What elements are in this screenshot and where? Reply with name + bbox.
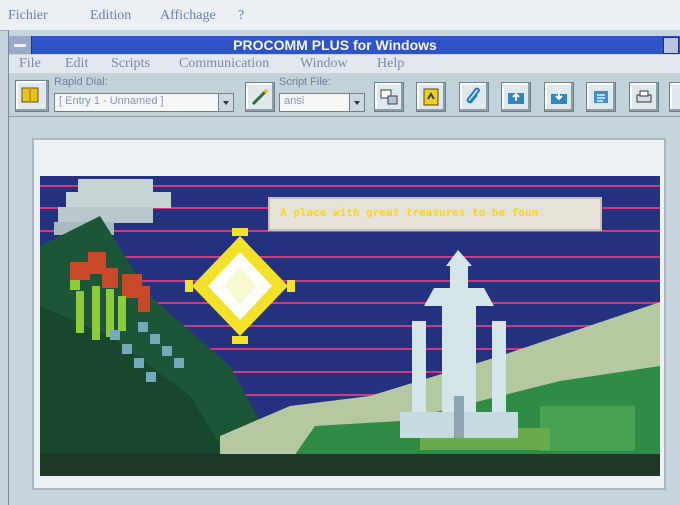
host-menu-edition[interactable]: Edition: [90, 8, 131, 24]
maximize-icon[interactable]: [663, 37, 679, 54]
host-menu-fichier[interactable]: Fichier: [8, 8, 48, 24]
terminal-banner: A place with great treasures to be foun: [268, 197, 602, 231]
ground-shadow: [40, 454, 660, 476]
menu-scripts[interactable]: Scripts: [111, 56, 150, 72]
menu-edit[interactable]: Edit: [65, 56, 88, 72]
script-file-label: Script File:: [279, 76, 331, 88]
toolbar: Rapid Dial: [ Entry 1 - Unnamed ] Script…: [9, 74, 680, 117]
wand-icon[interactable]: [245, 82, 275, 112]
grass-patch: [540, 406, 635, 451]
window-title: PROCOMM PLUS for Windows: [233, 37, 437, 53]
menu-window[interactable]: Window: [300, 56, 348, 72]
phone-icon[interactable]: [669, 82, 680, 112]
host-menu-help[interactable]: ?: [238, 8, 244, 24]
menu-file[interactable]: File: [19, 56, 41, 72]
title-bar: PROCOMM PLUS for Windows: [9, 36, 680, 54]
screen: Fichier Edition Affichage ? PROCOMM PLUS…: [0, 0, 680, 505]
chevron-down-icon[interactable]: [349, 94, 364, 111]
keyboard-icon[interactable]: [586, 82, 616, 112]
app-menubar: File Edit Scripts Communication Window H…: [9, 55, 680, 73]
upload-icon[interactable]: [501, 82, 531, 112]
rapid-dial-select[interactable]: [ Entry 1 - Unnamed ]: [54, 93, 234, 112]
host-menubar: Fichier Edition Affichage ?: [0, 0, 680, 31]
banner-text: A place with great treasures to be foun: [280, 206, 539, 219]
download-icon[interactable]: [544, 82, 574, 112]
menu-help[interactable]: Help: [377, 56, 404, 72]
connect-icon[interactable]: [374, 82, 404, 112]
rapid-dial-label: Rapid Dial:: [54, 76, 108, 88]
script-file-select[interactable]: ansi: [279, 93, 365, 112]
paperclip-icon[interactable]: [459, 82, 489, 112]
phonebook-icon[interactable]: [15, 80, 49, 112]
host-menu-affichage[interactable]: Affichage: [160, 8, 216, 24]
printer-icon[interactable]: [629, 82, 659, 112]
rapid-dial-value: [ Entry 1 - Unnamed ]: [59, 95, 164, 107]
chevron-down-icon[interactable]: [218, 94, 233, 111]
script-file-value: ansi: [284, 95, 305, 107]
menu-communication[interactable]: Communication: [179, 56, 269, 72]
script-icon[interactable]: [416, 82, 446, 112]
